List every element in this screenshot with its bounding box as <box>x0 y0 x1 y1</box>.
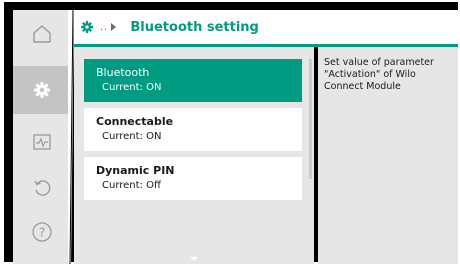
diagnostics-icon <box>33 134 51 150</box>
nav-restore[interactable] <box>13 164 71 212</box>
menu-item-value: Current: ON <box>102 82 162 93</box>
gear-icon <box>34 82 50 98</box>
help-panel: Set value of parameter "Activation" of W… <box>318 47 458 264</box>
header: .. Bluetooth setting <box>74 10 458 44</box>
sidebar: ? <box>13 10 71 264</box>
menu-item-title: Dynamic PIN <box>96 164 175 177</box>
page-title: Bluetooth setting <box>130 19 259 35</box>
menu-item-value: Current: ON <box>102 131 162 142</box>
nav-diagnostics[interactable] <box>13 118 71 166</box>
breadcrumb-arrow-icon <box>111 23 117 31</box>
undo-icon <box>34 180 51 196</box>
home-icon <box>33 25 51 43</box>
help-icon: ? <box>32 222 52 242</box>
gear-icon <box>81 21 93 33</box>
svg-text:?: ? <box>39 226 45 240</box>
help-text: Set value of parameter "Activation" of W… <box>324 57 434 92</box>
scroll-down-icon <box>190 257 198 261</box>
menu-item-title: Bluetooth <box>96 66 150 79</box>
settings-list: Bluetooth Current: ON Connectable Curren… <box>74 47 314 264</box>
menu-item-title: Connectable <box>96 115 174 128</box>
menu-item-bluetooth[interactable]: Bluetooth Current: ON <box>84 59 302 102</box>
screen: ? .. Bluetooth setting Bluetooth Current… <box>0 0 460 264</box>
menu-item-connectable[interactable]: Connectable Current: ON <box>84 108 302 151</box>
nav-settings[interactable] <box>13 66 71 114</box>
menu-item-dynamic-pin[interactable]: Dynamic PIN Current: Off <box>84 157 302 200</box>
menu-item-value: Current: Off <box>102 180 161 191</box>
scrollbar[interactable] <box>309 59 312 179</box>
nav-help[interactable]: ? <box>13 208 71 256</box>
breadcrumb[interactable]: .. <box>100 22 108 33</box>
nav-home[interactable] <box>13 10 71 58</box>
